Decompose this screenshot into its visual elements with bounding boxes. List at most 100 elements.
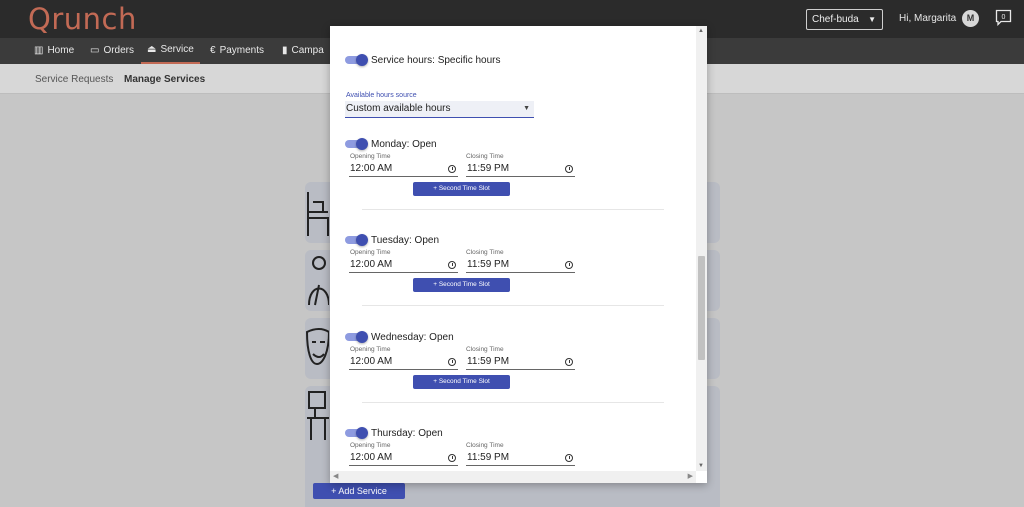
nav-item-label: Campa [291,45,324,56]
scroll-right-icon[interactable]: ▶ [688,472,693,480]
chat-icon[interactable]: 0 [995,9,1012,26]
day-status: Open [426,332,454,343]
mask-icon [305,328,329,366]
service-hours-title: Service hours: [371,55,435,66]
nav-item-payments[interactable]: € Payments [210,38,264,64]
nav-item-label: Service [160,44,194,55]
nav-item-label: Orders [103,45,135,56]
opening-time-value: 12:00 AM [350,163,393,174]
scroll-left-icon[interactable]: ◀ [333,472,338,480]
opening-time-input[interactable]: 12:00 AM [349,356,458,370]
clock-icon[interactable] [448,454,456,462]
book-icon: ▥ [34,45,44,56]
clock-icon[interactable] [565,358,573,366]
day-label: Monday: Open [371,139,437,150]
closing-time-input[interactable]: 11:59 PM [466,163,575,177]
hours-source-select[interactable]: Custom available hours ▼ [345,101,534,118]
clock-icon[interactable] [448,261,456,269]
restaurant-select-value: Chef-buda [812,14,859,25]
day-open-toggle[interactable] [345,427,368,439]
clock-icon[interactable] [448,165,456,173]
hours-source-value: Custom available hours [346,103,451,114]
clock-icon[interactable] [448,358,456,366]
day-name: Wednesday: [371,332,427,343]
nav-item-home[interactable]: ▥ Home [34,38,74,64]
day-label: Wednesday: Open [371,332,454,343]
divider [362,402,664,403]
day-open-toggle[interactable] [345,138,368,150]
opening-time-value: 12:00 AM [350,259,393,270]
tab-service-requests[interactable]: Service Requests [35,74,113,85]
clock-icon[interactable] [565,454,573,462]
day-name: Monday: [371,139,410,150]
closing-time-label: Closing Time [466,346,504,353]
desk-chair-icon [307,391,329,440]
closing-time-input[interactable]: 11:59 PM [466,259,575,273]
closing-time-value: 11:59 PM [467,163,510,174]
restaurant-select[interactable]: Chef-buda ▼ [806,9,883,30]
service-hours-label: Service hours: Specific hours [371,55,501,66]
opening-time-label: Opening Time [350,442,391,449]
scroll-down-icon[interactable]: ▼ [698,463,704,469]
scroll-up-icon[interactable]: ▲ [698,28,704,34]
opening-time-input[interactable]: 12:00 AM [349,163,458,177]
second-time-slot-button[interactable]: + Second Time Slot [413,182,510,196]
app-logo[interactable]: Qrunch [28,2,137,36]
scrollbar-thumb[interactable] [698,256,705,360]
nav-item-label: Home [47,45,75,56]
closing-time-input[interactable]: 11:59 PM [466,452,575,466]
day-status: Open [415,428,443,439]
nav-item-service[interactable]: ⏏ Service [141,38,200,64]
opening-time-input[interactable]: 12:00 AM [349,452,458,466]
closing-time-value: 11:59 PM [467,259,510,270]
avatar[interactable]: M [962,10,979,27]
chart-icon: ▮ [282,45,288,56]
closing-time-input[interactable]: 11:59 PM [466,356,575,370]
service-hours-toggle[interactable] [345,54,368,66]
euro-icon: € [210,45,216,56]
closing-time-label: Closing Time [466,249,504,256]
day-name: Tuesday: [371,235,412,246]
day-open-toggle[interactable] [345,331,368,343]
vertical-scrollbar[interactable]: ▲ ▼ [696,26,707,471]
clock-icon[interactable] [565,261,573,269]
card-icon: ▭ [90,45,100,56]
opening-time-label: Opening Time [350,346,391,353]
day-row-tuesday: Tuesday: Open Opening Time Closing Time … [330,234,696,331]
chat-count: 0 [1002,14,1006,21]
add-service-button[interactable]: + Add Service [313,483,405,499]
divider [362,305,664,306]
second-time-slot-button[interactable]: + Second Time Slot [413,375,510,389]
horizontal-scrollbar[interactable]: ◀ ▶ [330,471,696,483]
day-status: Open [411,235,440,246]
closing-time-label: Closing Time [466,442,504,449]
opening-time-input[interactable]: 12:00 AM [349,259,458,273]
closing-time-value: 11:59 PM [467,452,510,463]
day-label: Thursday: Open [371,428,443,439]
opening-time-value: 12:00 AM [350,452,393,463]
day-label: Tuesday: Open [371,235,439,246]
day-open-toggle[interactable] [345,234,368,246]
toggle-knob [356,138,368,150]
opening-time-value: 12:00 AM [350,356,393,367]
user-greeting: Hi, Margarita [899,13,957,24]
toggle-knob [356,331,368,343]
toggle-knob [356,54,368,66]
second-time-slot-button[interactable]: + Second Time Slot [413,278,510,292]
service-hours-value: Specific hours [434,55,501,66]
bed-icon [307,192,329,236]
tab-manage-services[interactable]: Manage Services [124,74,205,85]
nav-item-label: Payments [219,45,265,56]
caret-down-icon: ▼ [868,15,876,24]
service-hours-dialog: Service hours: Specific hours Available … [330,26,707,483]
waiter-icon [308,256,329,306]
toggle-knob [356,234,368,246]
opening-time-label: Opening Time [350,153,391,160]
clock-icon[interactable] [565,165,573,173]
opening-time-label: Opening Time [350,249,391,256]
closing-time-label: Closing Time [466,153,504,160]
day-status: Open [409,139,437,150]
nav-item-orders[interactable]: ▭ Orders [90,38,134,64]
nav-item-campaigns[interactable]: ▮ Campa [282,38,324,64]
hours-source-label: Available hours source [346,92,417,99]
